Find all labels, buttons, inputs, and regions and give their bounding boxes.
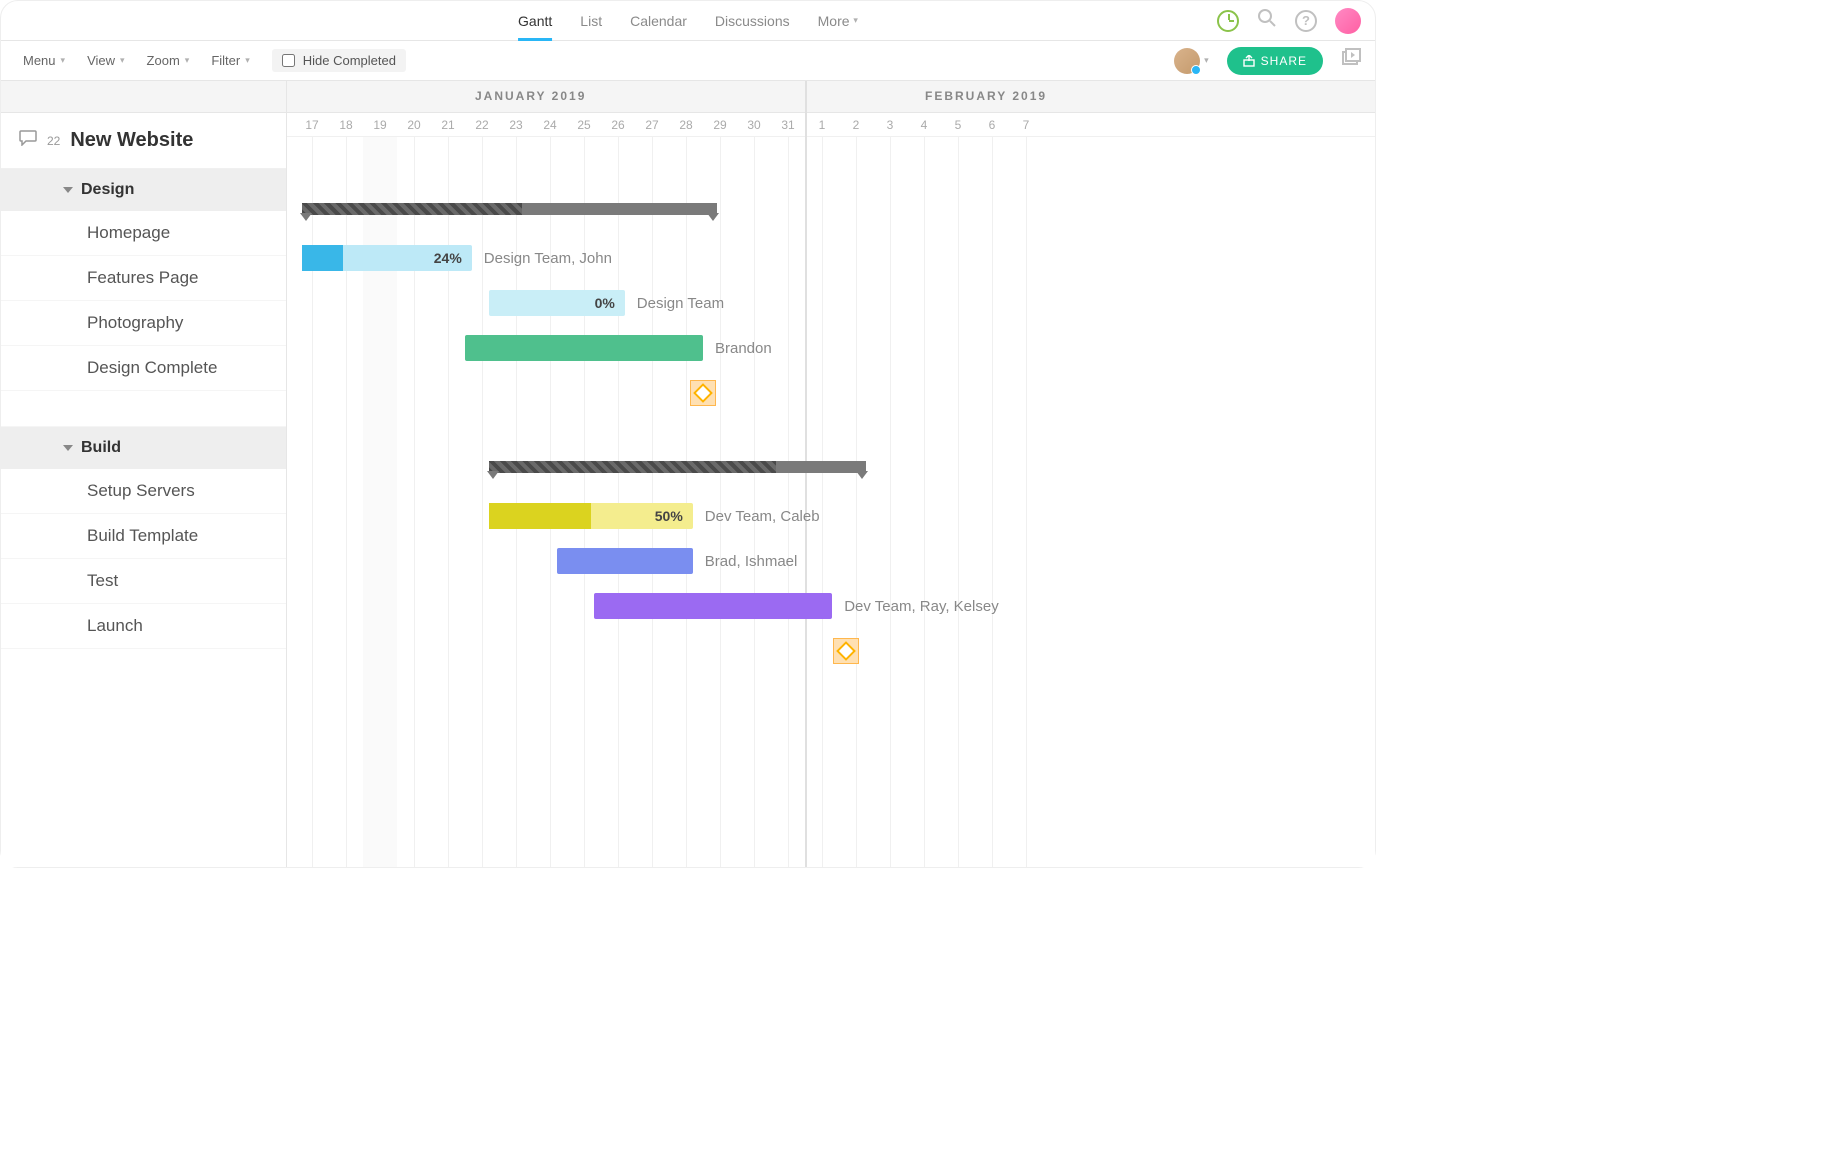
task-launch[interactable]: Launch	[1, 604, 286, 649]
assignee-label: Dev Team, Caleb	[705, 508, 820, 525]
task-bar-photography[interactable]: Brandon	[465, 335, 703, 361]
day-column: 21	[431, 113, 465, 136]
collapse-icon	[63, 445, 73, 451]
top-nav: Gantt List Calendar Discussions More ▾ ?	[1, 1, 1375, 41]
day-column: 26	[601, 113, 635, 136]
day-column: 6	[975, 113, 1009, 136]
assignee-avatar-dropdown[interactable]: ▾	[1174, 48, 1209, 74]
tab-gantt[interactable]: Gantt	[518, 1, 552, 40]
collapse-icon	[63, 187, 73, 193]
milestone-design-complete[interactable]	[690, 380, 716, 406]
day-column: 25	[567, 113, 601, 136]
day-column: 24	[533, 113, 567, 136]
assignee-label: Brandon	[715, 340, 772, 357]
month-label-jan: JANUARY 2019	[475, 89, 586, 103]
day-column: 3	[873, 113, 907, 136]
menu-dropdown[interactable]: Menu▾	[23, 53, 65, 68]
task-bar-features[interactable]: 0%Design Team	[489, 290, 625, 316]
summary-bar[interactable]	[489, 461, 866, 473]
share-icon	[1243, 55, 1255, 67]
help-icon[interactable]: ?	[1295, 10, 1317, 32]
toolbar: Menu▾ View▾ Zoom▾ Filter▾ Hide Completed…	[1, 41, 1375, 81]
filter-dropdown[interactable]: Filter▾	[211, 53, 249, 68]
task-design-complete[interactable]: Design Complete	[1, 346, 286, 391]
hide-completed-checkbox[interactable]	[282, 54, 295, 67]
day-column: 7	[1009, 113, 1043, 136]
present-icon[interactable]	[1341, 48, 1361, 73]
view-tabs: Gantt List Calendar Discussions More ▾	[518, 1, 858, 40]
day-column: 22	[465, 113, 499, 136]
task-features-page[interactable]: Features Page	[1, 256, 286, 301]
day-column: 20	[397, 113, 431, 136]
group-build[interactable]: Build	[1, 427, 286, 469]
task-bar-test[interactable]: Dev Team, Ray, Kelsey	[594, 593, 832, 619]
clock-icon[interactable]	[1217, 10, 1239, 32]
day-column: 2	[839, 113, 873, 136]
assignee-label: Dev Team, Ray, Kelsey	[844, 598, 999, 615]
day-column: 31	[771, 113, 805, 136]
user-avatar[interactable]	[1335, 8, 1361, 34]
day-column: 23	[499, 113, 533, 136]
task-setup-servers[interactable]: Setup Servers	[1, 469, 286, 514]
task-bar-homepage[interactable]: 24%Design Team, John	[302, 245, 472, 271]
comment-count: 22	[47, 134, 60, 148]
zoom-dropdown[interactable]: Zoom▾	[147, 53, 190, 68]
month-label-feb: FEBRUARY 2019	[925, 89, 1047, 103]
summary-bar[interactable]	[302, 203, 717, 215]
days-header: 1718192021222324252627282930311234567	[287, 113, 1375, 137]
gantt-chart[interactable]: JANUARY 2019 FEBRUARY 2019 1718192021222…	[287, 81, 1375, 867]
avatar-icon	[1174, 48, 1200, 74]
day-column: 17	[295, 113, 329, 136]
milestone-launch[interactable]	[833, 638, 859, 664]
tab-list[interactable]: List	[580, 1, 602, 40]
project-title: New Website	[70, 129, 193, 152]
day-column: 5	[941, 113, 975, 136]
search-icon[interactable]	[1257, 8, 1277, 33]
task-photography[interactable]: Photography	[1, 301, 286, 346]
assignee-label: Brad, Ishmael	[705, 553, 798, 570]
task-bar-build-template[interactable]: Brad, Ishmael	[557, 548, 693, 574]
day-column: 27	[635, 113, 669, 136]
group-design[interactable]: Design	[1, 169, 286, 211]
month-header: JANUARY 2019 FEBRUARY 2019	[287, 81, 1375, 113]
day-column: 19	[363, 113, 397, 136]
task-homepage[interactable]: Homepage	[1, 211, 286, 256]
task-test[interactable]: Test	[1, 559, 286, 604]
day-column: 18	[329, 113, 363, 136]
day-column: 1	[805, 113, 839, 136]
day-column: 28	[669, 113, 703, 136]
project-header[interactable]: 22 New Website	[1, 113, 286, 169]
assignee-label: Design Team, John	[484, 250, 612, 267]
comment-icon[interactable]	[19, 130, 37, 151]
assignee-label: Design Team	[637, 295, 724, 312]
tab-discussions[interactable]: Discussions	[715, 1, 790, 40]
task-sidebar: 22 New Website Design Homepage Features …	[1, 81, 287, 867]
tab-more[interactable]: More ▾	[818, 1, 858, 40]
hide-completed-label: Hide Completed	[303, 53, 396, 68]
view-dropdown[interactable]: View▾	[87, 53, 124, 68]
share-button[interactable]: SHARE	[1227, 47, 1323, 75]
day-column: 29	[703, 113, 737, 136]
hide-completed-toggle[interactable]: Hide Completed	[272, 49, 406, 72]
day-column: 30	[737, 113, 771, 136]
day-column: 4	[907, 113, 941, 136]
task-bar-setup-servers[interactable]: 50%Dev Team, Caleb	[489, 503, 693, 529]
tab-calendar[interactable]: Calendar	[630, 1, 687, 40]
task-build-template[interactable]: Build Template	[1, 514, 286, 559]
